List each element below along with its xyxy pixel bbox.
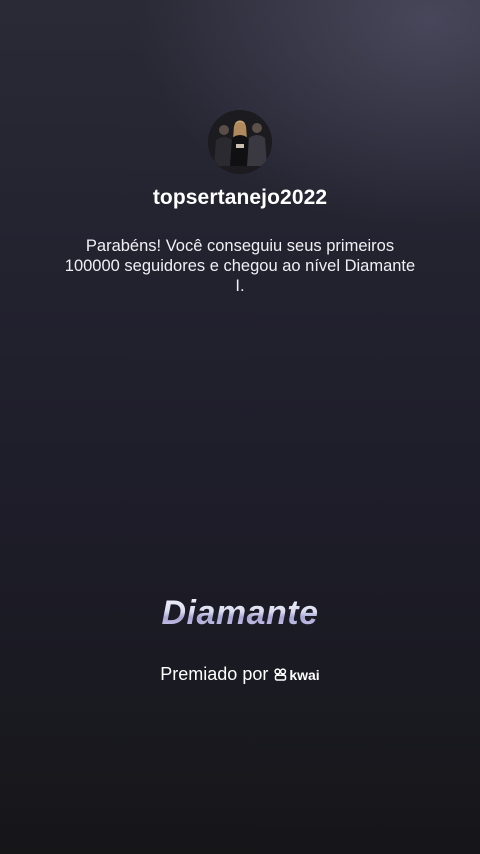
brand-name: kwai <box>289 666 320 683</box>
kwai-logo-icon <box>274 668 287 681</box>
username: topsertanejo2022 <box>152 186 328 209</box>
avatar <box>208 110 272 174</box>
awarded-by-label: Premiado por <box>160 664 269 684</box>
brand: kwai <box>274 666 320 683</box>
level-title: Diamante <box>0 594 480 633</box>
avatar-photo <box>208 110 272 174</box>
awarded-by: Premiado por kwai <box>0 664 480 685</box>
congratulations-message: Parabéns! Você conseguiu seus primeiros … <box>64 237 416 295</box>
